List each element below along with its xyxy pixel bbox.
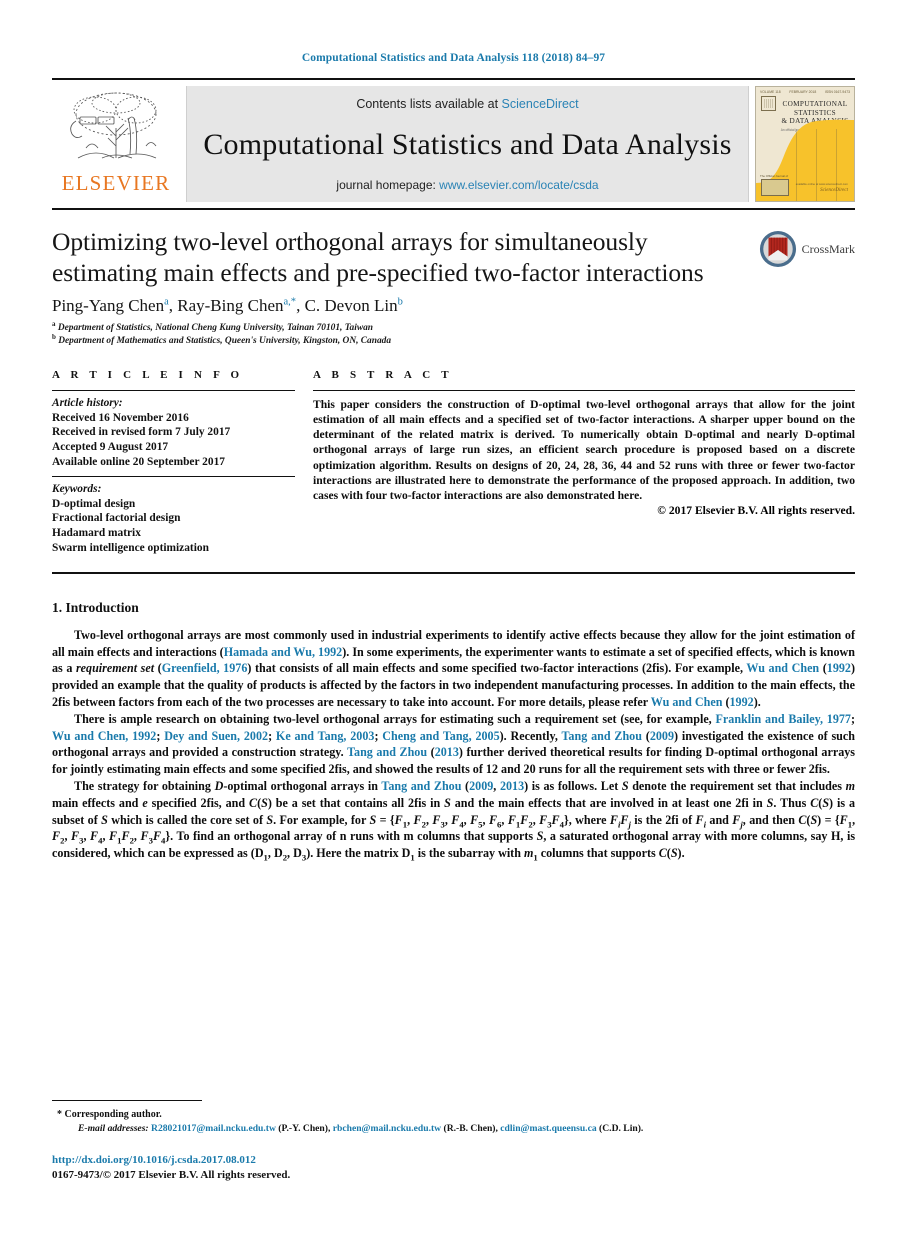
author-3-name: C. Devon Lin — [304, 296, 398, 315]
email-link-3[interactable]: cdlin@mast.queensu.ca — [500, 1123, 596, 1134]
elsevier-tree-icon — [70, 92, 157, 159]
article-history-block: Article history: Received 16 November 20… — [52, 391, 295, 476]
keyword-item[interactable]: Hadamard matrix — [52, 526, 295, 541]
affiliation-b-text: Department of Mathematics and Statistics… — [58, 335, 392, 346]
history-item: Received in revised form 7 July 2017 — [52, 426, 231, 439]
article-body: 1. Introduction Two-level orthogonal arr… — [52, 600, 855, 861]
history-item: Received 16 November 2016 — [52, 411, 189, 424]
running-head: Computational Statistics and Data Analys… — [301, 52, 606, 64]
abstract-text: This paper considers the construction of… — [313, 398, 855, 502]
author-2[interactable]: Ray-Bing Chena,* — [177, 296, 296, 315]
journal-homepage-line: journal homepage: www.elsevier.com/locat… — [336, 178, 598, 192]
keywords-block: Keywords: D-optimal design Fractional fa… — [52, 477, 295, 562]
crossmark-badge[interactable]: CrossMark — [759, 230, 855, 268]
contents-available-line: Contents lists available at ScienceDirec… — [356, 97, 578, 111]
author-1-name: Ping-Yang Chen — [52, 296, 165, 315]
affiliation-b-mark: b — [52, 332, 56, 341]
elsevier-logo[interactable]: ELSEVIER — [52, 86, 180, 202]
author-list: Ping-Yang Chena, Ray-Bing Chena,*, C. De… — [52, 296, 403, 315]
journal-cover-thumbnail[interactable]: VOLUME 118 FEBRUARY 2018 ISSN 0167-9473 … — [755, 86, 855, 202]
page-title: Optimizing two-level orthogonal arrays f… — [52, 227, 704, 287]
contents-prefix: Contents lists available at — [356, 97, 502, 111]
keyword-item[interactable]: Swarm intelligence optimization — [52, 541, 295, 556]
affiliation-a: a Department of Statistics, National Che… — [52, 319, 855, 335]
abstract-column: A B S T R A C T This paper considers the… — [313, 369, 855, 562]
email-addresses-note: E-mail addresses: R28021017@mail.ncku.ed… — [78, 1123, 644, 1134]
affiliation-a-text: Department of Statistics, National Cheng… — [57, 323, 374, 333]
paragraph: The strategy for obtaining D-optimal ort… — [52, 779, 856, 863]
cover-footer-label: The Official Journal of — [760, 174, 789, 178]
author-3-marks: b — [397, 296, 403, 308]
journal-title: Computational Statistics and Data Analys… — [203, 127, 732, 161]
cover-volume: VOLUME 118 — [760, 90, 781, 94]
cover-sciencedirect-top: available online at www.sciencedirect.co… — [795, 182, 848, 186]
elsevier-wordmark: ELSEVIER — [61, 171, 171, 195]
article-info-column: A R T I C L E I N F O Article history: R… — [52, 369, 295, 562]
homepage-prefix: journal homepage: — [336, 178, 440, 192]
affiliation-b: b Department of Mathematics and Statisti… — [52, 332, 855, 348]
issn-copyright-line: 0167-9473/© 2017 Elsevier B.V. All right… — [52, 1168, 291, 1181]
sciencedirect-link[interactable]: ScienceDirect — [502, 97, 579, 111]
keyword-item[interactable]: D-optimal design — [52, 497, 295, 512]
keywords-label: Keywords: — [52, 483, 102, 496]
info-abstract-row: A R T I C L E I N F O Article history: R… — [52, 369, 855, 562]
paragraph: There is ample research on obtaining two… — [52, 712, 856, 776]
cover-date: FEBRUARY 2018 — [789, 90, 817, 94]
cover-elsevier-mark-icon — [761, 96, 776, 111]
article-history-label: Article history: — [52, 397, 123, 410]
author-1[interactable]: Ping-Yang Chena — [52, 296, 169, 315]
cover-topbar: VOLUME 118 FEBRUARY 2018 ISSN 0167-9473 — [760, 90, 850, 94]
crossmark-icon — [759, 230, 796, 268]
page-footer: * Corresponding author. E-mail addresses… — [52, 1100, 855, 1182]
author-3[interactable]: C. Devon Linb — [305, 296, 403, 315]
cover-issn: ISSN 0167-9473 — [824, 90, 850, 94]
journal-homepage-link[interactable]: www.elsevier.com/locate/csda — [439, 178, 598, 192]
history-item: Accepted 9 August 2017 — [52, 440, 169, 453]
keyword-item[interactable]: Fractional factorial design — [52, 511, 295, 526]
journal-masthead: ELSEVIER Contents lists available at Sci… — [52, 78, 855, 210]
email-person-1: (P.-Y. Chen) — [278, 1123, 328, 1134]
crossmark-label: CrossMark — [801, 241, 855, 256]
author-1-marks: a — [164, 296, 169, 308]
email-person-3: (C.D. Lin) — [599, 1123, 641, 1134]
history-item: Available online 20 September 2017 — [52, 455, 225, 468]
affiliation-list: a Department of Statistics, National Che… — [52, 319, 855, 348]
paragraph: Two-level orthogonal arrays are most com… — [52, 628, 856, 709]
abstract-copyright: © 2017 Elsevier B.V. All rights reserved… — [657, 503, 855, 517]
cover-title-line2: STATISTICS — [793, 108, 837, 117]
section-heading-introduction: 1. Introduction — [52, 600, 139, 616]
author-2-name: Ray-Bing Chen — [177, 296, 284, 315]
footnote-rule — [52, 1100, 202, 1101]
journal-article-page: Computational Statistics and Data Analys… — [0, 0, 907, 1238]
email-link-1[interactable]: R28021017@mail.ncku.edu.tw — [151, 1123, 276, 1134]
affiliation-a-mark: a — [52, 319, 56, 328]
cover-sciencedirect-word: ScienceDirect — [820, 188, 848, 193]
email-person-2: (R.-B. Chen) — [443, 1123, 496, 1134]
abstract-heading: A B S T R A C T — [313, 369, 453, 382]
article-info-heading: A R T I C L E I N F O — [52, 369, 244, 382]
email-link-2[interactable]: rbchen@mail.ncku.edu.tw — [333, 1123, 441, 1134]
journal-band: Contents lists available at ScienceDirec… — [186, 86, 749, 202]
author-2-marks: a,* — [283, 296, 297, 308]
cover-footer-logo-box — [761, 179, 789, 196]
section-divider-rule — [52, 572, 855, 575]
corresponding-author-note: * Corresponding author. — [57, 1109, 162, 1120]
doi-link[interactable]: http://dx.doi.org/10.1016/j.csda.2017.08… — [52, 1153, 855, 1168]
cover-title-line1: COMPUTATIONAL — [782, 100, 848, 108]
email-addresses-label: E-mail addresses: — [78, 1123, 149, 1134]
title-block: CrossMark Optimizing two-level orthogona… — [52, 226, 855, 347]
